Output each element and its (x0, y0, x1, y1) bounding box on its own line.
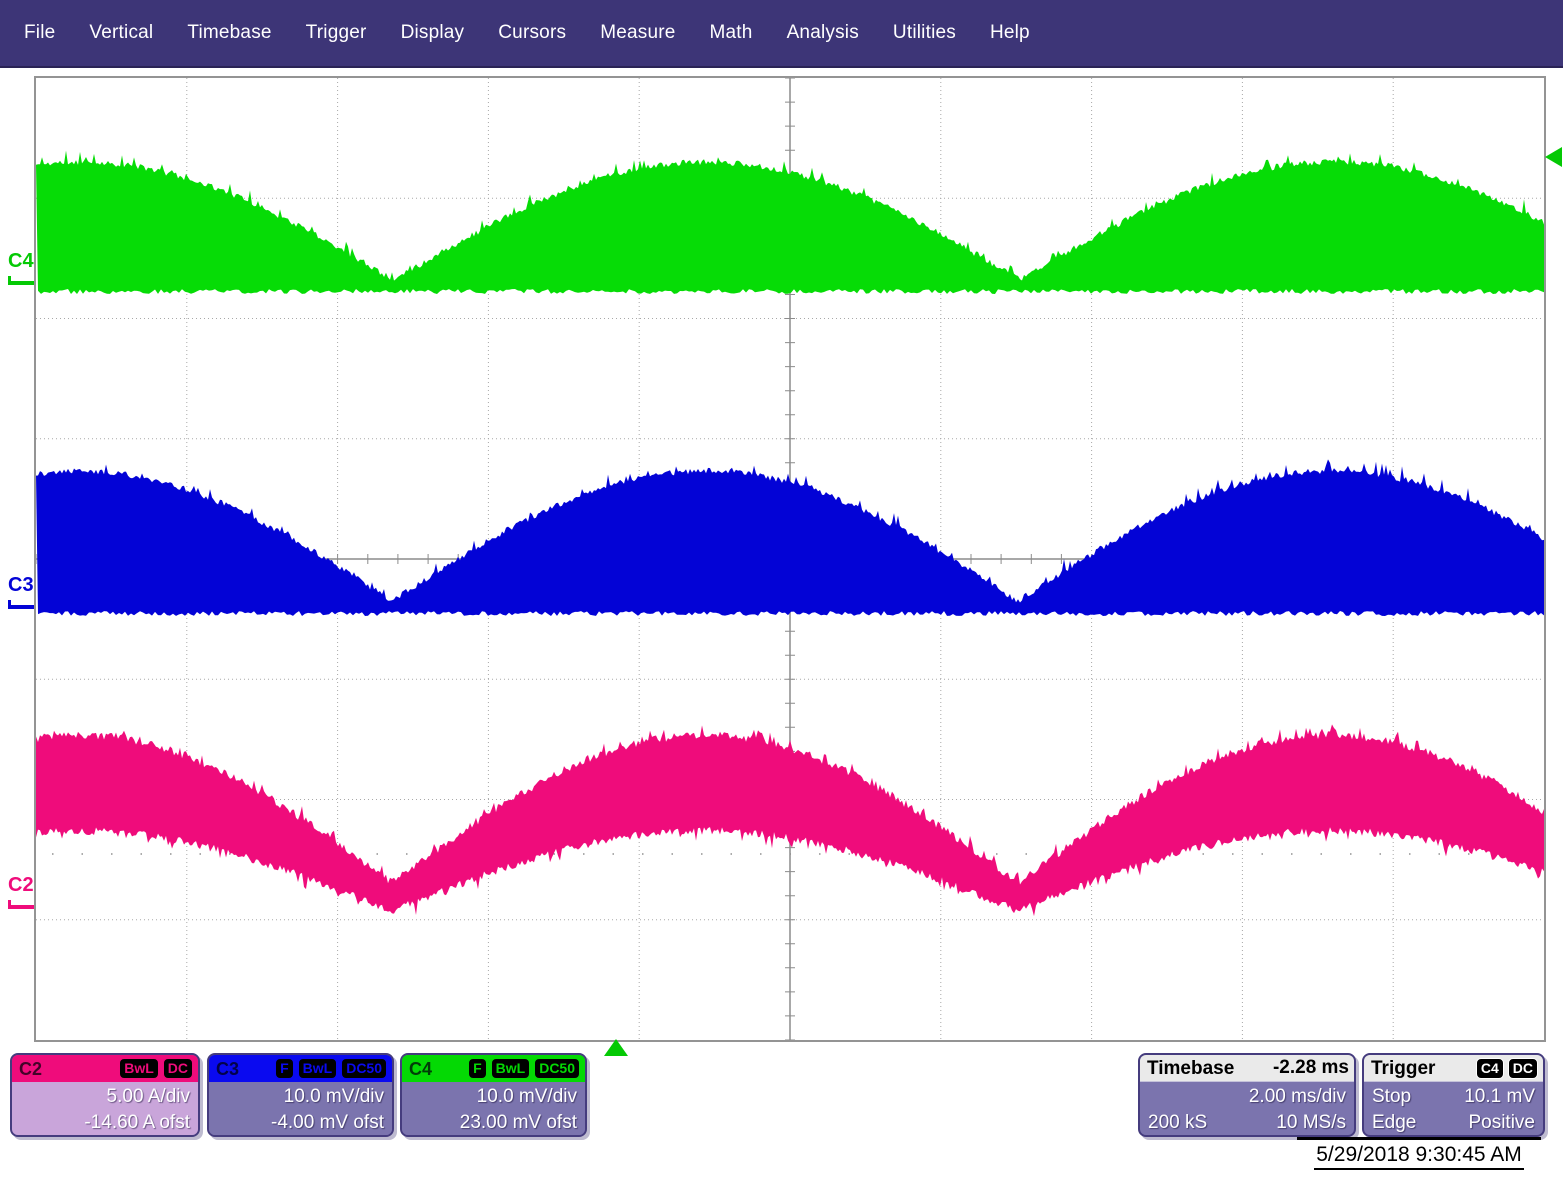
channel-descriptor-c2-body: 5.00 A/div -14.60 A ofst (12, 1082, 198, 1137)
menu-item-vertical[interactable]: Vertical (89, 22, 153, 44)
timebase-delay: -2.28 ms (1273, 1057, 1349, 1079)
badge-trigger-source: C4 (1476, 1058, 1504, 1079)
trigger-slope: Positive (1468, 1110, 1535, 1136)
trigger-badges: C4 DC (1476, 1058, 1538, 1079)
timebase-samples: 200 kS (1148, 1110, 1207, 1136)
timebase-descriptor[interactable]: Timebase -2.28 ms 2.00 ms/div 200 kS 10 … (1138, 1053, 1356, 1137)
channel-descriptor-c2[interactable]: C2 BwL DC 5.00 A/div -14.60 A ofst (10, 1053, 200, 1137)
channel-descriptor-c2-header: C2 BwL DC (12, 1055, 198, 1082)
badge-f: F (275, 1058, 294, 1079)
trigger-position-arrow-icon[interactable] (604, 1039, 628, 1056)
channel-marker-c3-label: C3 (8, 574, 34, 596)
menu-item-measure[interactable]: Measure (600, 22, 675, 44)
trigger-descriptor[interactable]: Trigger C4 DC Stop 10.1 mV Edge Positive (1362, 1053, 1545, 1137)
trigger-mode: Stop (1372, 1084, 1411, 1110)
badge-bwl: BwL (119, 1058, 159, 1079)
trigger-type: Edge (1372, 1110, 1416, 1136)
badge-bwl: BwL (298, 1058, 338, 1079)
channel-name: C2 (19, 1060, 42, 1078)
trigger-level-arrow-icon[interactable] (1545, 147, 1562, 167)
scope-grid (36, 78, 1544, 1040)
trigger-title: Trigger (1371, 1059, 1435, 1078)
channel-offset: -4.00 mV ofst (217, 1110, 384, 1136)
channel-descriptor-c4-body: 10.0 mV/div 23.00 mV ofst (402, 1082, 585, 1137)
timebase-header: Timebase -2.28 ms (1140, 1055, 1354, 1082)
channel-badges: F BwL DC50 (275, 1058, 387, 1079)
channel-badges: BwL DC (119, 1058, 193, 1079)
channel-scale: 5.00 A/div (20, 1084, 190, 1110)
channel-descriptor-c3-body: 10.0 mV/div -4.00 mV ofst (209, 1082, 392, 1137)
badge-trigger-coupling: DC (1508, 1058, 1538, 1079)
channel-descriptor-c4[interactable]: C4 F BwL DC50 10.0 mV/div 23.00 mV ofst (400, 1053, 587, 1137)
oscilloscope-screen: { "theme": { "menubar_bg": "#3d3577", "b… (0, 0, 1563, 1180)
timebase-rate: 10 MS/s (1276, 1110, 1346, 1136)
menu-item-help[interactable]: Help (990, 22, 1030, 44)
menu-item-cursors[interactable]: Cursors (498, 22, 566, 44)
waveform-display[interactable] (34, 76, 1546, 1042)
channel-offset: 23.00 mV ofst (410, 1110, 577, 1136)
badge-f: F (468, 1058, 487, 1079)
menu-item-trigger[interactable]: Trigger (306, 22, 367, 44)
trigger-level: 10.1 mV (1464, 1084, 1535, 1110)
channel-name: C4 (409, 1060, 432, 1078)
timebase-title: Timebase (1147, 1059, 1234, 1078)
menu-item-timebase[interactable]: Timebase (187, 22, 271, 44)
channel-offset: -14.60 A ofst (20, 1110, 190, 1136)
timebase-body: 2.00 ms/div 200 kS 10 MS/s (1140, 1082, 1354, 1137)
badge-dc: DC (163, 1058, 193, 1079)
channel-marker-c4[interactable]: C4 (8, 250, 36, 285)
channel-marker-c3[interactable]: C3 (8, 574, 36, 609)
timebase-scale: 2.00 ms/div (1148, 1084, 1346, 1110)
channel-marker-c2-label: C2 (8, 874, 34, 896)
menu-bar: File Vertical Timebase Trigger Display C… (0, 0, 1563, 68)
channel-descriptor-c4-header: C4 F BwL DC50 (402, 1055, 585, 1082)
channel-descriptor-c3-header: C3 F BwL DC50 (209, 1055, 392, 1082)
channel-descriptor-c3[interactable]: C3 F BwL DC50 10.0 mV/div -4.00 mV ofst (207, 1053, 394, 1137)
menu-item-analysis[interactable]: Analysis (787, 22, 859, 44)
trigger-body: Stop 10.1 mV Edge Positive (1364, 1082, 1543, 1137)
channel-badges: F BwL DC50 (468, 1058, 580, 1079)
trigger-header: Trigger C4 DC (1364, 1055, 1543, 1082)
channel-name: C3 (216, 1060, 239, 1078)
badge-dc50: DC50 (341, 1058, 387, 1079)
badge-bwl: BwL (491, 1058, 531, 1079)
menu-item-display[interactable]: Display (401, 22, 465, 44)
channel-scale: 10.0 mV/div (410, 1084, 577, 1110)
channel-scale: 10.0 mV/div (217, 1084, 384, 1110)
menu-item-file[interactable]: File (24, 22, 55, 44)
channel-zero-indicator-c3 (8, 605, 34, 609)
channel-zero-indicator-c4 (8, 281, 34, 285)
badge-dc50: DC50 (534, 1058, 580, 1079)
trace-c3 (36, 459, 1544, 616)
menu-item-math[interactable]: Math (710, 22, 753, 44)
datetime-display: 5/29/2018 9:30:45 AM (1297, 1137, 1541, 1170)
channel-marker-c4-label: C4 (8, 250, 34, 272)
menu-item-utilities[interactable]: Utilities (893, 22, 956, 44)
channel-marker-c2[interactable]: C2 (8, 874, 36, 909)
channel-zero-indicator-c2 (8, 905, 34, 909)
datetime-text: 5/29/2018 9:30:45 AM (1314, 1143, 1524, 1170)
